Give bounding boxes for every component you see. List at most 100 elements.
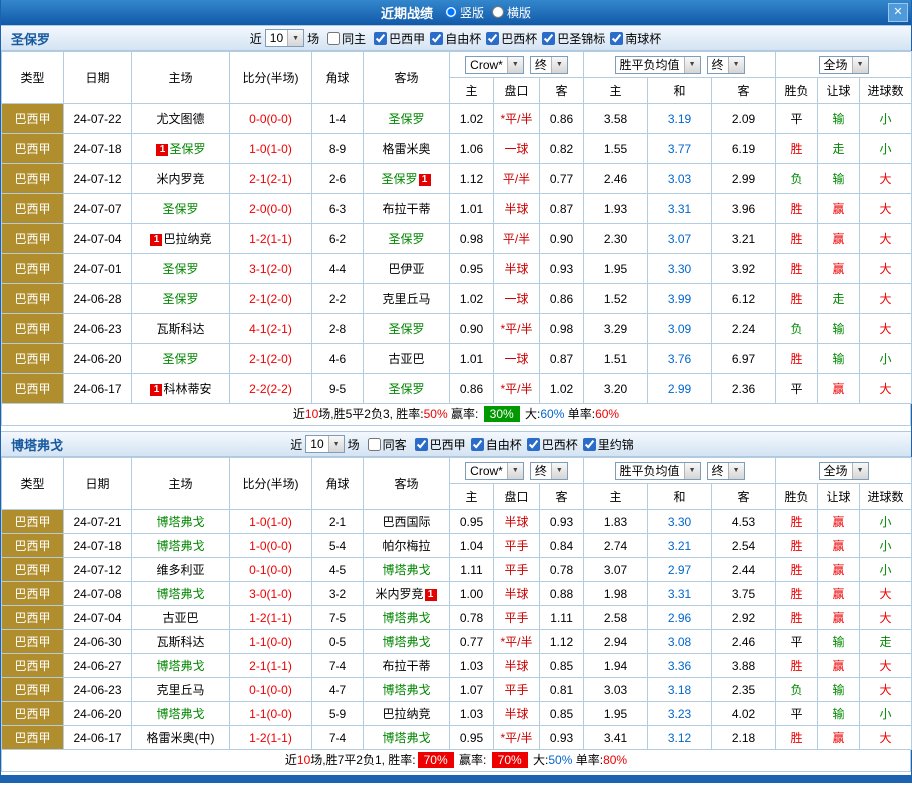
layout-radio-input[interactable] [445, 6, 457, 18]
league-cell: 巴西甲 [2, 534, 64, 558]
league-filter[interactable]: 巴圣锦标 [542, 30, 605, 47]
eu-away-odds-cell: 6.19 [712, 134, 776, 164]
goals-result-cell: 大 [860, 678, 912, 702]
goals-result-cell: 走 [860, 630, 912, 654]
league-checkbox[interactable] [610, 32, 623, 45]
eu-away-odds-cell: 2.92 [712, 606, 776, 630]
odds-average-select[interactable]: 胜平负均值▼ [615, 462, 701, 480]
date-cell: 24-07-01 [64, 254, 132, 284]
ah-final-select[interactable]: 终▼ [530, 56, 568, 74]
summary-part: 80% [603, 753, 627, 767]
eu-home-odds-cell: 1.55 [584, 134, 648, 164]
league-filter[interactable]: 巴西甲 [415, 436, 466, 453]
ah-line-cell: 平手 [494, 558, 540, 582]
eu-draw-odds-cell: 3.21 [648, 534, 712, 558]
league-checkbox[interactable] [415, 438, 428, 451]
match-count-select[interactable]: 10▼ [305, 435, 344, 453]
home-team-cell: 古亚巴 [132, 606, 230, 630]
bookmaker-select[interactable]: Crow*▼ [465, 56, 524, 74]
eu-final-select[interactable]: 终▼ [707, 462, 745, 480]
home-team-cell: 博塔弗戈 [132, 534, 230, 558]
team-name: 圣保罗 [169, 142, 205, 156]
same-venue-checkbox[interactable] [368, 438, 381, 451]
col-eu-away: 客 [712, 484, 776, 510]
away-team-cell: 博塔弗戈 [364, 726, 450, 750]
eu-draw-odds-cell: 3.36 [648, 654, 712, 678]
league-filter[interactable]: 自由杯 [430, 30, 481, 47]
odds-average-select[interactable]: 胜平负均值▼ [615, 56, 701, 74]
close-button[interactable]: ✕ [888, 3, 908, 22]
away-team-cell: 巴伊亚 [364, 254, 450, 284]
eu-odds-header: 胜平负均值▼ 终▼ [584, 458, 776, 484]
eu-draw-odds-cell: 3.76 [648, 344, 712, 374]
ah-line-cell: 半球 [494, 582, 540, 606]
match-count-select[interactable]: 10▼ [265, 29, 304, 47]
col-ah-away: 客 [540, 484, 584, 510]
team-name: 格雷米奥(中) [147, 731, 215, 745]
league-checkbox[interactable] [471, 438, 484, 451]
bookmaker-select[interactable]: Crow*▼ [465, 462, 524, 480]
result-cell: 负 [776, 164, 818, 194]
handicap-result-cell: 输 [818, 678, 860, 702]
layout-radio-horizontal[interactable]: 横版 [492, 4, 531, 21]
ah-home-odds-cell: 1.03 [450, 654, 494, 678]
team-name: 巴伊亚 [388, 262, 424, 276]
league-filter[interactable]: 里约锦 [583, 436, 634, 453]
goals-result-cell: 大 [860, 374, 912, 404]
league-checkbox[interactable] [527, 438, 540, 451]
window-title: 近期战绩 [381, 3, 433, 22]
col-corners: 角球 [312, 52, 364, 104]
layout-radio-input[interactable] [492, 6, 504, 18]
date-cell: 24-07-18 [64, 534, 132, 558]
corners-cell: 4-6 [312, 344, 364, 374]
league-checkbox[interactable] [486, 32, 499, 45]
ah-home-odds-cell: 1.01 [450, 194, 494, 224]
league-checkbox[interactable] [542, 32, 555, 45]
summary-part: 近 [293, 407, 305, 421]
ah-home-odds-cell: 1.12 [450, 164, 494, 194]
eu-away-odds-cell: 2.99 [712, 164, 776, 194]
league-filter[interactable]: 自由杯 [471, 436, 522, 453]
team-section: 圣保罗 近 10▼ 场 同主 巴西甲自由杯巴西杯巴圣锦标南球杯 类型 日期 主场… [1, 25, 911, 426]
summary-part: 赢率: [456, 753, 490, 767]
ah-home-odds-cell: 0.78 [450, 606, 494, 630]
eu-final-select[interactable]: 终▼ [707, 56, 745, 74]
ah-home-odds-cell: 0.98 [450, 224, 494, 254]
league-filter[interactable]: 巴西杯 [527, 436, 578, 453]
league-checkbox[interactable] [374, 32, 387, 45]
ah-final-select[interactable]: 终▼ [530, 462, 568, 480]
col-score: 比分(半场) [230, 458, 312, 510]
same-venue-checkbox[interactable] [327, 32, 340, 45]
eu-draw-odds-cell: 2.97 [648, 558, 712, 582]
same-venue-filter[interactable]: 同主 [327, 30, 366, 47]
scope-select[interactable]: 全场▼ [819, 462, 869, 480]
scope-select[interactable]: 全场▼ [819, 56, 869, 74]
layout-radio-vertical[interactable]: 竖版 [445, 4, 484, 21]
corners-cell: 2-1 [312, 510, 364, 534]
league-filter[interactable]: 巴西杯 [486, 30, 537, 47]
league-filter[interactable]: 巴西甲 [374, 30, 425, 47]
league-checkbox[interactable] [583, 438, 596, 451]
matches-table: 类型 日期 主场 比分(半场) 角球 客场 Crow*▼终▼ 胜平负均值▼终▼ … [1, 51, 912, 404]
handicap-result-cell: 赢 [818, 654, 860, 678]
eu-draw-odds-cell: 3.03 [648, 164, 712, 194]
league-checkbox[interactable] [430, 32, 443, 45]
scope-header: 全场▼ [776, 52, 912, 78]
col-ah-line: 盘口 [494, 78, 540, 104]
ah-away-odds-cell: 0.82 [540, 134, 584, 164]
team-name: 圣保罗 [381, 172, 417, 186]
home-team-cell: 尤文图德 [132, 104, 230, 134]
col-handicap: 让球 [818, 78, 860, 104]
league-filter[interactable]: 南球杯 [610, 30, 661, 47]
team-name: 圣保罗 [162, 292, 198, 306]
match-row: 巴西甲24-07-12维多利亚0-1(0-0)4-5博塔弗戈1.11平手0.78… [2, 558, 912, 582]
date-cell: 24-07-12 [64, 558, 132, 582]
result-cell: 胜 [776, 534, 818, 558]
chevron-down-icon: ▼ [507, 463, 523, 479]
same-venue-filter[interactable]: 同客 [368, 436, 407, 453]
team-name: 博塔弗戈 [382, 635, 430, 649]
col-result: 胜负 [776, 484, 818, 510]
corners-cell: 0-5 [312, 630, 364, 654]
eu-home-odds-cell: 2.58 [584, 606, 648, 630]
away-team-cell: 布拉干蒂 [364, 654, 450, 678]
